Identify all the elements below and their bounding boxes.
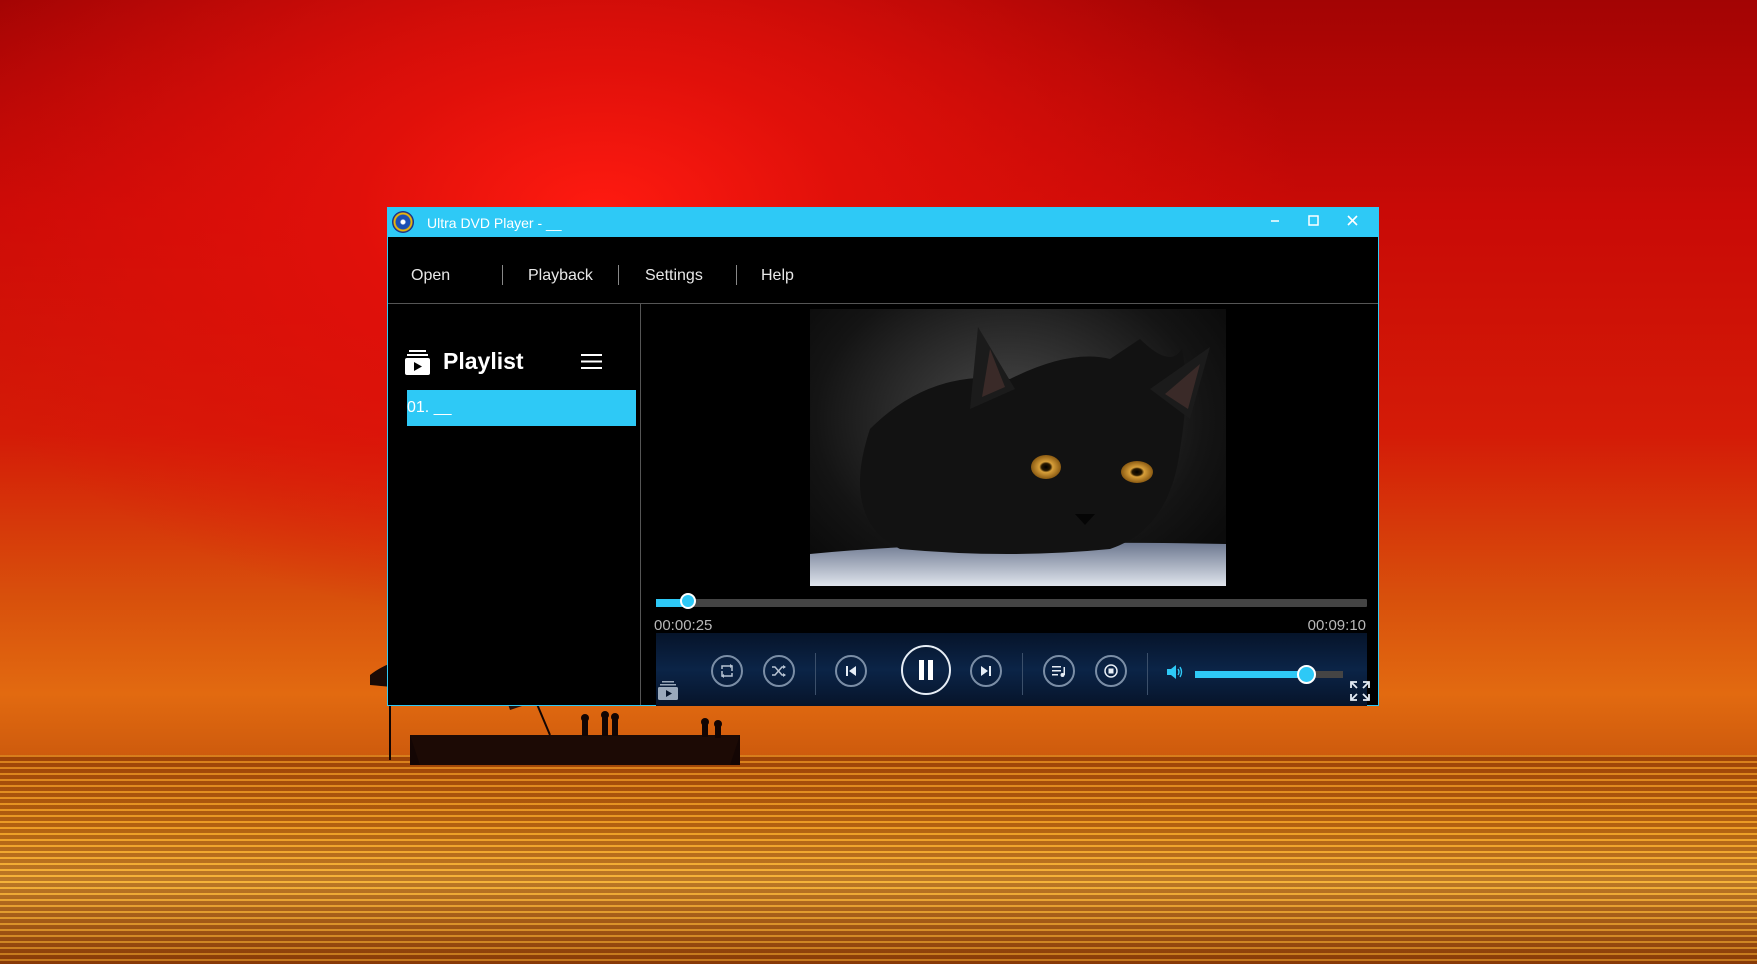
shuffle-icon [772, 665, 786, 677]
repeat-icon [721, 664, 733, 678]
playlist-panel: Playlist 01. __ [388, 304, 641, 705]
window-title: Ultra DVD Player - __ [427, 215, 562, 231]
menu-separator [502, 265, 503, 285]
previous-button[interactable] [835, 655, 867, 687]
video-content [810, 327, 1226, 586]
volume-slider[interactable] [1195, 665, 1343, 684]
playlist-icon [405, 350, 430, 375]
menu-open[interactable]: Open [411, 267, 450, 285]
control-separator [1147, 653, 1148, 695]
menu-separator [736, 265, 737, 285]
video-frame[interactable] [810, 309, 1226, 586]
minimize-icon [1271, 220, 1279, 222]
current-time: 00:00:25 [654, 617, 713, 634]
pause-button[interactable] [901, 645, 951, 695]
mini-playlist-icon[interactable] [658, 681, 678, 701]
maximize-button[interactable] [1294, 208, 1332, 234]
playlist-title: Playlist [443, 348, 524, 374]
stop-button[interactable] [1095, 655, 1127, 687]
menu-bar: Open Playback Settings Help [388, 237, 1378, 304]
playlist-item[interactable]: 01. __ [407, 390, 636, 426]
app-logo-icon [392, 211, 414, 233]
next-button[interactable] [970, 655, 1002, 687]
maximize-icon [1308, 215, 1319, 226]
pause-icon [919, 660, 933, 680]
sea-background [0, 755, 1757, 964]
total-time: 00:09:10 [1307, 617, 1366, 634]
seek-bar[interactable] [656, 593, 1367, 609]
playlist-toggle-icon [1052, 666, 1065, 677]
previous-icon [846, 666, 856, 676]
stop-icon [1104, 664, 1118, 678]
volume-handle[interactable] [1297, 665, 1316, 684]
hamburger-menu-icon[interactable] [581, 353, 602, 370]
control-separator [1022, 653, 1023, 695]
control-bar [656, 633, 1370, 706]
menu-help[interactable]: Help [761, 267, 794, 285]
control-separator [815, 653, 816, 695]
shuffle-button[interactable] [763, 655, 795, 687]
title-bar[interactable]: Ultra DVD Player - __ [388, 208, 1378, 237]
volume-icon[interactable] [1166, 664, 1184, 680]
menu-separator [618, 265, 619, 285]
volume-level [1195, 671, 1306, 678]
fullscreen-icon[interactable] [1350, 681, 1370, 701]
close-icon [1347, 215, 1358, 226]
repeat-button[interactable] [711, 655, 743, 687]
menu-settings[interactable]: Settings [645, 267, 703, 285]
menu-playback[interactable]: Playback [528, 267, 593, 285]
next-icon [981, 666, 991, 676]
player-window: Ultra DVD Player - __ Open Playback Sett… [387, 207, 1379, 706]
close-button[interactable] [1333, 208, 1371, 234]
playlist-toggle-button[interactable] [1043, 655, 1075, 687]
seek-handle[interactable] [680, 593, 697, 609]
minimize-button[interactable] [1256, 208, 1294, 234]
